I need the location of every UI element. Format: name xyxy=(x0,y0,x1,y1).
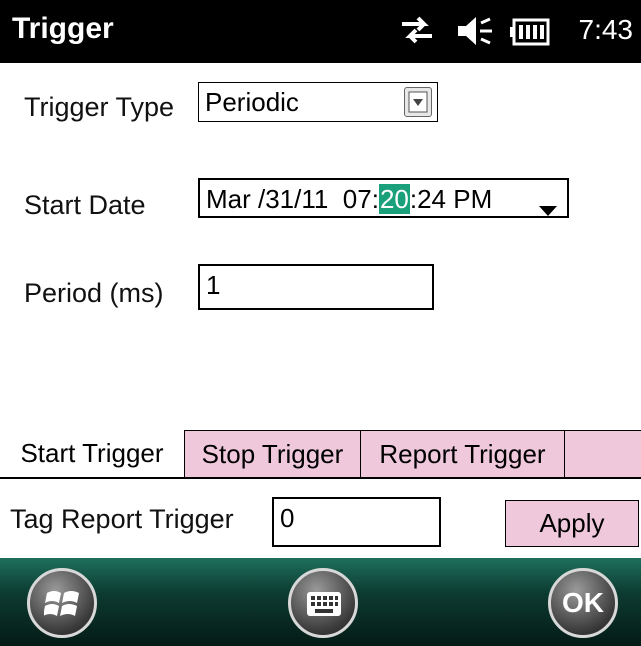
dropdown-arrow-icon[interactable] xyxy=(404,87,432,117)
tab-strip: Start Trigger Stop Trigger Report Trigge… xyxy=(0,430,641,479)
date-text-after: :24 PM xyxy=(409,184,493,214)
windows-logo-icon xyxy=(43,585,82,628)
tab-label: Stop Trigger xyxy=(201,439,344,469)
start-date-label: Start Date xyxy=(24,190,146,220)
tag-report-trigger-value: 0 xyxy=(280,503,295,533)
trigger-type-label: Trigger Type xyxy=(24,92,175,122)
volume-muted-icon[interactable] xyxy=(456,14,494,53)
tab-start-trigger[interactable]: Start Trigger xyxy=(0,430,184,477)
tab-label: Start Trigger xyxy=(20,438,164,468)
period-label: Period (ms) xyxy=(24,278,164,308)
keyboard-icon xyxy=(306,591,342,622)
start-date-picker[interactable]: Mar /31/11 07:20:24 PM xyxy=(198,178,569,218)
clock[interactable]: 7:43 xyxy=(579,14,634,46)
tag-report-trigger-label: Tag Report Trigger xyxy=(10,504,234,534)
apply-button[interactable]: Apply xyxy=(505,500,639,547)
title-bar: Trigger 7:43 xyxy=(0,0,641,63)
battery-icon[interactable] xyxy=(510,18,550,51)
tab-report-trigger[interactable]: Report Trigger xyxy=(360,430,564,477)
trigger-type-dropdown[interactable]: Periodic xyxy=(198,82,438,122)
tab-overflow[interactable] xyxy=(564,430,641,477)
ok-label: OK xyxy=(562,587,604,618)
window-title: Trigger xyxy=(12,12,114,45)
trigger-type-value: Periodic xyxy=(205,87,299,117)
apply-label: Apply xyxy=(539,508,605,538)
period-value: 1 xyxy=(206,270,221,300)
ok-button[interactable]: OK xyxy=(548,568,618,638)
start-button[interactable] xyxy=(27,568,97,638)
connectivity-icon[interactable] xyxy=(398,14,436,51)
softkey-bar: OK xyxy=(0,558,641,646)
date-text-before: Mar /31/11 07: xyxy=(206,184,379,214)
chevron-down-icon[interactable] xyxy=(539,194,557,225)
tab-label: Report Trigger xyxy=(379,439,546,469)
tag-report-trigger-input[interactable]: 0 xyxy=(272,497,441,547)
date-selected-segment[interactable]: 20 xyxy=(378,184,410,214)
keyboard-button[interactable] xyxy=(288,568,358,638)
period-input[interactable]: 1 xyxy=(198,264,434,310)
tab-stop-trigger[interactable]: Stop Trigger xyxy=(184,430,360,477)
